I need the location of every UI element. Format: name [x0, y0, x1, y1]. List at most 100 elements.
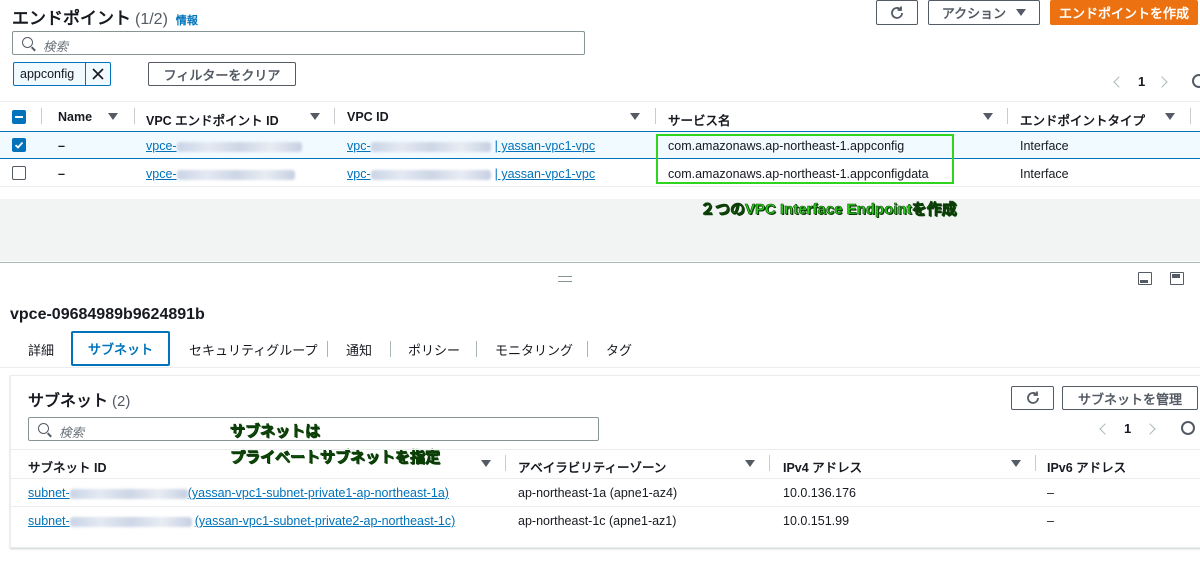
- refresh-icon: [891, 6, 903, 19]
- sort-caret-icon[interactable]: [310, 113, 320, 120]
- column-divider: [134, 108, 135, 124]
- redacted-id: [370, 169, 491, 180]
- row-name: –: [58, 167, 65, 181]
- highlight-box: [656, 134, 954, 184]
- sort-caret-icon[interactable]: [108, 113, 118, 120]
- refresh-button[interactable]: [876, 0, 918, 25]
- column-divider: [505, 455, 506, 471]
- row-divider: [10, 506, 1200, 507]
- subnet-header-top-line: [10, 449, 1200, 450]
- sort-caret-icon[interactable]: [983, 113, 993, 120]
- redacted-id: [69, 488, 188, 499]
- availability-zone: ap-northeast-1a (apne1-az4): [518, 486, 678, 500]
- actions-dropdown[interactable]: アクション: [928, 0, 1040, 25]
- ipv6-address: –: [1047, 486, 1054, 500]
- subnet-search-placeholder: 検索: [59, 426, 85, 440]
- column-header-ipv4[interactable]: IPv4 アドレス: [783, 457, 862, 476]
- column-divider: [334, 108, 335, 124]
- refresh-icon: [1026, 391, 1039, 404]
- selection-count: (1/2): [135, 11, 168, 28]
- panel-side-icon[interactable]: [1170, 272, 1184, 285]
- endpoint-detail-title: vpce-09684989b9624891b: [10, 306, 205, 323]
- tab-policy[interactable]: ポリシー: [408, 340, 460, 359]
- subnet-page-number[interactable]: 1: [1124, 421, 1131, 436]
- sort-caret-icon[interactable]: [481, 460, 491, 467]
- column-divider: [1007, 108, 1008, 124]
- select-all-checkbox[interactable]: [12, 110, 26, 124]
- panel-bottom-icon[interactable]: [1138, 272, 1152, 285]
- tab-details[interactable]: 詳細: [28, 340, 54, 359]
- sort-caret-icon[interactable]: [630, 113, 640, 120]
- endpoint-type: Interface: [1020, 139, 1069, 153]
- vpc-id-link[interactable]: vpc- | yassan-vpc1-vpc: [347, 167, 595, 181]
- row-checkbox[interactable]: [12, 166, 26, 180]
- search-icon: [22, 37, 33, 48]
- ipv6-address: –: [1047, 514, 1054, 528]
- settings-icon[interactable]: [1181, 421, 1195, 435]
- availability-zone: ap-northeast-1c (apne1-az1): [518, 514, 677, 528]
- subnet-id-link[interactable]: subnet- (yassan-vpc1-subnet-private1-ap-n…: [28, 486, 449, 500]
- endpoint-id-link[interactable]: vpce-: [146, 167, 295, 181]
- subnet-id-link[interactable]: subnet- (yassan-vpc1-subnet-private2-ap-n…: [28, 514, 455, 528]
- ipv4-address: 10.0.136.176: [783, 486, 856, 500]
- clear-filter-button[interactable]: フィルターをクリア: [148, 62, 296, 86]
- column-header-endpoint-type[interactable]: エンドポイントタイプ: [1020, 110, 1145, 129]
- table-empty-area: [0, 199, 1200, 261]
- tab-divider: [390, 341, 391, 357]
- prev-page-icon[interactable]: [1113, 76, 1125, 88]
- tab-security-groups[interactable]: セキュリティグループ: [189, 340, 317, 359]
- redacted-id: [69, 516, 192, 527]
- create-endpoint-button[interactable]: エンドポイントを作成: [1050, 0, 1198, 25]
- column-header-name[interactable]: Name: [58, 110, 92, 124]
- subnet-header-bottom-line: [10, 478, 1200, 479]
- column-header-vpc-id[interactable]: VPC ID: [347, 110, 389, 124]
- column-divider: [655, 108, 656, 124]
- tab-subnets-label: サブネット: [87, 342, 153, 357]
- tab-divider: [587, 341, 588, 357]
- filter-token: appconfig: [13, 62, 111, 86]
- ipv4-address: 10.0.151.99: [783, 514, 850, 528]
- settings-icon[interactable]: [1192, 74, 1200, 88]
- page-title: エンドポイント: [12, 9, 131, 28]
- drag-handle-icon[interactable]: [558, 276, 572, 282]
- tab-subnets[interactable]: サブネット: [71, 331, 170, 366]
- search-input[interactable]: 検索: [12, 31, 585, 55]
- sort-caret-icon[interactable]: [745, 460, 755, 467]
- tab-tags[interactable]: タグ: [606, 340, 632, 359]
- next-page-icon[interactable]: [1156, 76, 1168, 88]
- column-header-az[interactable]: アベイラビリティーゾーン: [518, 457, 666, 476]
- column-divider: [1035, 455, 1036, 471]
- column-divider: [1190, 108, 1191, 124]
- manage-subnets-button[interactable]: サブネットを管理: [1062, 386, 1198, 410]
- search-icon: [38, 423, 49, 434]
- subnets-title: サブネット: [28, 393, 109, 410]
- search-placeholder: 検索: [43, 40, 69, 54]
- row-checkbox[interactable]: [12, 138, 26, 152]
- redacted-id: [176, 169, 295, 180]
- column-divider: [769, 455, 770, 471]
- endpoints-annotation: ２つのVPC Interface Endpointを作成: [700, 201, 957, 219]
- column-header-endpoint-id[interactable]: VPC エンドポイント ID: [146, 110, 279, 129]
- sort-caret-icon[interactable]: [1011, 460, 1021, 467]
- actions-label: アクション: [941, 6, 1007, 21]
- tab-divider: [476, 341, 477, 357]
- subnets-refresh-button[interactable]: [1011, 386, 1054, 410]
- tab-monitoring[interactable]: モニタリング: [495, 340, 573, 359]
- page-number[interactable]: 1: [1138, 74, 1145, 89]
- info-link[interactable]: 情報: [176, 12, 198, 28]
- split-divider[interactable]: [0, 262, 1200, 263]
- endpoint-type: Interface: [1020, 167, 1069, 181]
- endpoint-id-link[interactable]: vpce-: [146, 139, 302, 153]
- filter-token-label: appconfig: [14, 63, 86, 85]
- row-divider: [0, 186, 1200, 187]
- header-top-line: [0, 101, 1200, 102]
- column-header-subnet-id[interactable]: サブネット ID: [28, 457, 106, 476]
- tab-notifications[interactable]: 通知: [346, 340, 372, 359]
- column-header-ipv6[interactable]: IPv6 アドレス: [1047, 457, 1126, 476]
- sort-caret-icon[interactable]: [1165, 113, 1175, 120]
- subnet-annotation-line1: サブネットは: [230, 423, 321, 441]
- vpc-id-link[interactable]: vpc- | yassan-vpc1-vpc: [347, 139, 595, 153]
- page-title-group: エンドポイント (1/2) 情報: [12, 4, 198, 28]
- column-header-service-name[interactable]: サービス名: [668, 110, 731, 129]
- close-icon[interactable]: [86, 63, 110, 85]
